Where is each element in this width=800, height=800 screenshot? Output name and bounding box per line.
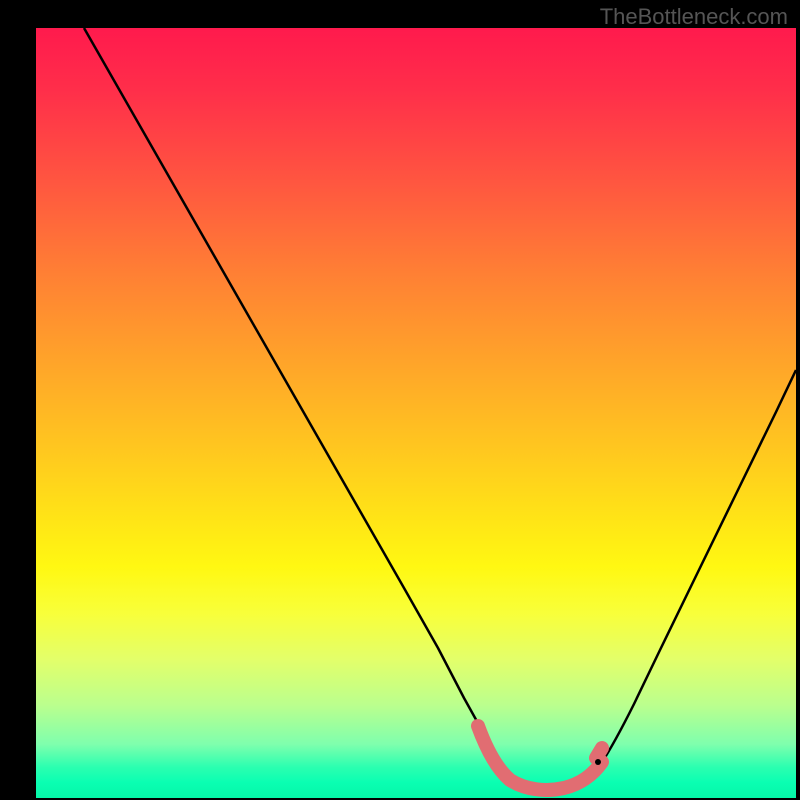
watermark-text: TheBottleneck.com: [600, 4, 788, 30]
plot-area: [36, 28, 796, 798]
chart-container: TheBottleneck.com: [0, 0, 800, 800]
highlight-end-dot: [595, 759, 601, 765]
bottleneck-curve: [84, 28, 796, 789]
curve-svg: [36, 28, 796, 798]
optimal-zone-highlight: [478, 726, 602, 790]
